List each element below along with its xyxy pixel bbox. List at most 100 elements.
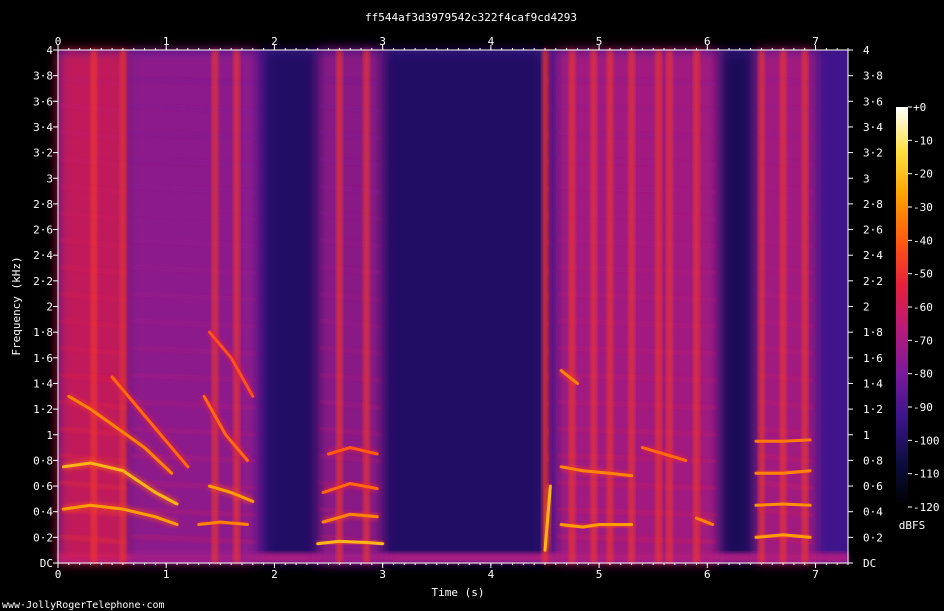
- y-tick-label: 3·6: [863, 95, 883, 108]
- y-tick-label: 4: [46, 44, 53, 57]
- y-tick-label: 2·6: [33, 224, 53, 237]
- x-tick-label: 1: [163, 568, 170, 581]
- y-tick-label: 2·4: [33, 249, 53, 262]
- y-tick-label: 3·8: [863, 70, 883, 83]
- y-tick-label: 2: [863, 301, 870, 314]
- y-tick-label: 0·2: [863, 531, 883, 544]
- x-axis-bottom: 0 1 2 3 4 5 6 7: [55, 563, 849, 581]
- spectrogram-chart: ff544af3d3979542c322f4caf9cd4293 0 1 2 3 4 5 6…: [2, 11, 940, 611]
- y-tick-label: 2·2: [863, 275, 883, 288]
- y-tick-label: 2: [46, 301, 53, 314]
- y-axis-right: DC 0·2 0·4 0·6 0·8 1 1·2 1·4 1·6 1·8 2 2·2 2·4 2·6 2·8…: [848, 44, 883, 570]
- y-tick-label: DC: [863, 557, 876, 570]
- pulse-column: [590, 50, 597, 563]
- y-tick-label: 1·8: [33, 326, 53, 339]
- y-tick-label: 3·4: [33, 121, 53, 134]
- colorbar-tick-label: -20: [913, 168, 933, 181]
- x-tick-label: 2: [271, 35, 278, 48]
- y-tick-label: 0·2: [33, 531, 53, 544]
- y-tick-label: 2·6: [863, 224, 883, 237]
- pulse-column: [655, 50, 662, 563]
- silence-region: [718, 50, 757, 563]
- pulse-column: [233, 50, 240, 563]
- x-axis-label: Time (s): [432, 586, 485, 599]
- x-tick-label: 2: [271, 568, 278, 581]
- colorbar-tick-label: +0: [913, 101, 926, 114]
- y-tick-label: 2·8: [863, 198, 883, 211]
- colorbar-tick-label: -120: [913, 501, 940, 514]
- y-tick-label: 3·6: [33, 95, 53, 108]
- colorbar-tick-label: -90: [913, 401, 933, 414]
- x-tick-label: 4: [488, 568, 495, 581]
- x-axis-top: 0 1 2 3 4 5 6 7: [55, 35, 849, 50]
- y-tick-label: 1: [863, 429, 870, 442]
- pulse-column: [758, 50, 765, 563]
- y-tick-label: 1: [46, 429, 53, 442]
- x-tick-label: 3: [379, 35, 386, 48]
- pulse-column: [666, 50, 673, 563]
- x-tick-label: 5: [596, 35, 603, 48]
- pulse-column: [606, 50, 613, 563]
- y-tick-label: 1·8: [863, 326, 883, 339]
- x-tick-label: 6: [704, 35, 711, 48]
- y-tick-label: 0·8: [33, 454, 53, 467]
- plot-area: [58, 50, 848, 563]
- pulse-column: [119, 50, 126, 563]
- colorbar-ticks: +0 -10 -20 -30 -40 -50 -60 -70 -80 -90 -100 -110 -12…: [908, 101, 940, 514]
- colorbar-tick-label: -70: [913, 334, 933, 347]
- y-tick-label: 2·4: [863, 249, 883, 262]
- chart-title: ff544af3d3979542c322f4caf9cd4293: [365, 11, 577, 24]
- y-tick-label: 1·2: [863, 403, 883, 416]
- y-tick-label: DC: [40, 557, 53, 570]
- pulse-column: [569, 50, 576, 563]
- y-tick-label: 3·2: [863, 147, 883, 160]
- y-axis-label: Frequency (kHz): [10, 256, 23, 355]
- colorbar: +0 -10 -20 -30 -40 -50 -60 -70 -80 -90 -100 -110 -12…: [896, 101, 940, 532]
- y-tick-label: 3: [863, 172, 870, 185]
- colorbar-tick-label: -40: [913, 234, 933, 247]
- y-tick-label: 1·6: [863, 352, 883, 365]
- y-tick-label: 0·8: [863, 454, 883, 467]
- x-tick-label: 4: [488, 35, 495, 48]
- pulse-column: [693, 50, 700, 563]
- formant-track: [754, 502, 812, 507]
- x-tick-label: 7: [812, 35, 819, 48]
- x-tick-label: 5: [596, 568, 603, 581]
- pulse-column: [90, 50, 97, 563]
- colorbar-tick-label: -50: [913, 268, 933, 281]
- colorbar-tick-label: -80: [913, 368, 933, 381]
- y-tick-label: 1·2: [33, 403, 53, 416]
- x-tick-label: 0: [55, 35, 62, 48]
- x-tick-label: 3: [379, 568, 386, 581]
- silence-region: [263, 50, 545, 563]
- y-tick-label: 2·2: [33, 275, 53, 288]
- colorbar-tick-label: -110: [913, 468, 940, 481]
- pulse-column: [801, 50, 808, 563]
- x-tick-label: 1: [163, 35, 170, 48]
- x-tick-label: 7: [812, 568, 819, 581]
- colorbar-tick-label: -100: [913, 434, 940, 447]
- colorbar-gradient: [896, 107, 908, 507]
- colorbar-tick-label: -60: [913, 301, 933, 314]
- formant-track: [754, 438, 812, 443]
- y-tick-label: 3·2: [33, 147, 53, 160]
- y-tick-label: 3: [46, 172, 53, 185]
- x-tick-label: 6: [704, 568, 711, 581]
- y-tick-label: 1·4: [863, 377, 883, 390]
- y-tick-label: 0·4: [33, 506, 53, 519]
- y-tick-label: 0·6: [863, 480, 883, 493]
- x-tick-label: 0: [55, 568, 62, 581]
- footer-credit: www·JollyRogerTelephone·com: [2, 600, 165, 611]
- y-axis-left: DC 0·2 0·4 0·6 0·8 1 1·2 1·4 1·6 1·8 2 2·2 2·4 2·6 2·8…: [33, 44, 58, 570]
- y-tick-label: 1·4: [33, 377, 53, 390]
- colorbar-label: dBFS: [899, 519, 926, 532]
- y-tick-label: 0·4: [863, 506, 883, 519]
- colorbar-tick-label: -30: [913, 201, 933, 214]
- y-tick-label: 3·8: [33, 70, 53, 83]
- y-tick-label: 3·4: [863, 121, 883, 134]
- colorbar-tick-label: -10: [913, 134, 933, 147]
- y-tick-label: 4: [863, 44, 870, 57]
- y-tick-label: 1·6: [33, 352, 53, 365]
- y-tick-label: 0·6: [33, 480, 53, 493]
- y-tick-label: 2·8: [33, 198, 53, 211]
